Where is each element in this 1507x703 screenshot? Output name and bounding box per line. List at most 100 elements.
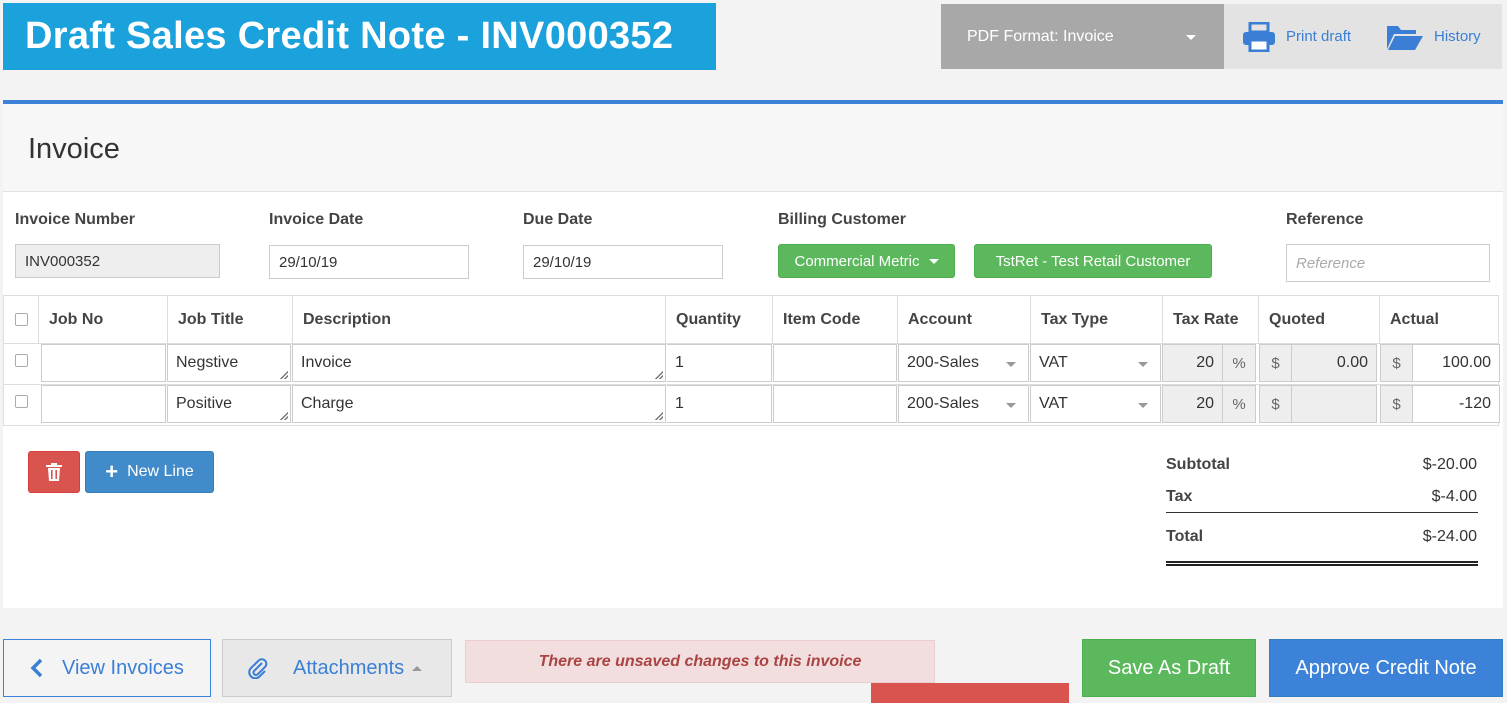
attachments-label: Attachments [293,656,405,679]
resize-handle-icon[interactable] [655,371,663,379]
subtotal-label: Subtotal [1166,456,1230,473]
partial-red-button[interactable] [871,683,1069,703]
account-value: 200-Sales [907,395,980,412]
header-checkbox-cell [4,296,39,343]
col-tax-type: Tax Type [1031,296,1163,343]
col-job-no: Job No [39,296,168,343]
description-value: Invoice [301,354,352,371]
approve-credit-note-button[interactable]: Approve Credit Note [1269,639,1503,697]
chevron-up-icon [412,665,423,671]
resize-handle-icon[interactable] [280,371,288,379]
invoice-date-field[interactable]: 29/10/19 [269,245,469,279]
quantity-input[interactable]: 1 [667,385,772,423]
billing-customer-label: Billing Customer [778,211,907,228]
total-label: Total [1166,528,1204,545]
paperclip-icon [248,658,268,679]
select-all-checkbox[interactable] [14,313,28,326]
printer-icon [1243,21,1275,52]
percent-addon: % [1222,344,1256,382]
tax-rate-input[interactable]: 20 [1162,385,1223,423]
col-account: Account [898,296,1031,343]
totals-divider [1166,512,1478,513]
job-title-value: Negstive [176,354,239,371]
folder-open-icon [1387,25,1423,50]
reference-input[interactable]: Reference [1286,244,1490,282]
invoice-date-label: Invoice Date [269,211,364,228]
col-quantity: Quantity [666,296,773,343]
print-draft-link[interactable]: Print draft [1242,4,1351,69]
commercial-metric-label: Commercial Metric [794,252,920,270]
tax-label: Tax [1166,488,1193,505]
pdf-format-select[interactable]: PDF Format: Invoice [941,4,1224,69]
col-description: Description [293,296,666,343]
actual-input[interactable]: -120 [1412,385,1500,423]
tax-type-select[interactable]: VAT [1030,344,1161,382]
chevron-left-icon [30,658,43,678]
history-link[interactable]: History [1386,4,1481,69]
tax-type-value: VAT [1039,354,1068,371]
col-actual: Actual [1390,310,1439,328]
row-checkbox[interactable] [15,354,28,367]
new-line-button[interactable]: + New Line [85,451,214,493]
new-line-label: New Line [127,463,194,480]
col-tax-rate: Tax Rate [1163,296,1259,343]
description-input[interactable]: Charge [292,385,666,423]
job-title-input[interactable]: Negstive [167,344,291,382]
delete-lines-button[interactable] [28,451,80,493]
view-invoices-button[interactable]: View Invoices [3,639,211,697]
item-code-input[interactable] [773,385,897,423]
description-value: Charge [301,395,354,412]
percent-addon: % [1222,385,1256,423]
due-date-field[interactable]: 29/10/19 [523,245,723,279]
quoted-input[interactable]: 0.00 [1291,344,1377,382]
col-item-code: Item Code [773,296,898,343]
tax-rate-input[interactable]: 20 [1162,344,1223,382]
card-header: Invoice [3,104,1503,192]
plus-icon: + [105,459,119,484]
tax-value: $-4.00 [1431,488,1477,505]
tax-type-select[interactable]: VAT [1030,385,1161,423]
job-no-input[interactable] [41,385,166,423]
unsaved-changes-alert: There are unsaved changes to this invoic… [465,640,935,683]
chevron-down-icon [1186,35,1196,40]
billing-customer-button[interactable]: TstRet - Test Retail Customer [974,244,1212,278]
quoted-input[interactable] [1291,385,1377,423]
print-draft-label: Print draft [1286,28,1352,45]
card-title: Invoice [28,133,120,165]
tax-type-value: VAT [1039,395,1068,412]
page-title: Draft Sales Credit Note - INV000352 [3,3,716,70]
col-quoted: Quoted [1259,296,1380,343]
header-actions: Print draft History [1224,4,1502,69]
chevron-down-icon [1006,403,1016,408]
chevron-down-icon [1138,403,1148,408]
quantity-input[interactable]: 1 [667,344,772,382]
commercial-metric-dropdown[interactable]: Commercial Metric [778,244,955,278]
col-job-title: Job Title [168,296,293,343]
line-items-table: Job No Job Title Description Quantity It… [3,295,1500,426]
reference-label: Reference [1286,211,1364,228]
view-invoices-label: View Invoices [62,656,184,679]
resize-handle-icon[interactable] [280,412,288,420]
account-select[interactable]: 200-Sales [898,385,1029,423]
actual-input[interactable]: 100.00 [1412,344,1500,382]
row-checkbox[interactable] [15,395,28,408]
account-select[interactable]: 200-Sales [898,344,1029,382]
invoice-number-label: Invoice Number [15,211,136,228]
resize-handle-icon[interactable] [655,412,663,420]
total-value: $-24.00 [1422,528,1477,545]
trash-icon [46,463,62,481]
save-as-draft-button[interactable]: Save As Draft [1082,639,1256,697]
currency-addon: $ [1259,344,1292,382]
invoice-card: Invoice Invoice Number INV000352 Invoice… [3,100,1503,608]
currency-addon: $ [1259,385,1292,423]
history-label: History [1434,28,1481,45]
attachments-button[interactable]: Attachments [222,639,452,697]
item-code-input[interactable] [773,344,897,382]
invoice-number-field[interactable]: INV000352 [15,244,220,278]
description-input[interactable]: Invoice [292,344,666,382]
job-no-input[interactable] [41,344,166,382]
due-date-label: Due Date [523,211,593,228]
job-title-input[interactable]: Positive [167,385,291,423]
chevron-down-icon [928,258,939,264]
currency-addon: $ [1380,385,1413,423]
